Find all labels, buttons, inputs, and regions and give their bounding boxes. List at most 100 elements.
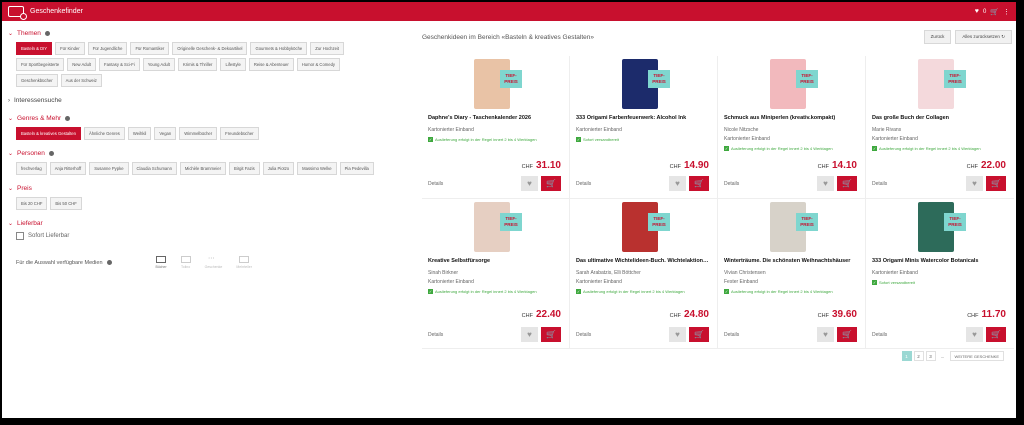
media-multi-label: Mehrteiler [236, 265, 252, 269]
product-card[interactable]: TIEF-PREIS Schmuck aus Miniperlen (kreati… [718, 56, 866, 199]
details-link[interactable]: Details [872, 181, 887, 187]
sofort-lieferbar-checkbox[interactable] [16, 232, 24, 240]
details-link[interactable]: Details [872, 332, 887, 338]
filter-chip[interactable]: Humor & Comedy [296, 58, 341, 71]
filter-chip[interactable]: Aus der Schweiz [60, 74, 102, 87]
filter-chip[interactable]: Massimo Welke [297, 162, 337, 175]
product-title[interactable]: Winterträume. Die schönsten Weihnachtshä… [724, 258, 859, 264]
product-card[interactable]: TIEF-PREIS Das große Buch der Collagen Mar… [866, 56, 1014, 199]
filter-chip[interactable]: Birgit Fazis [229, 162, 260, 175]
product-card[interactable]: TIEF-PREIS 333 Origami Farbenfeuerwerk: A… [570, 56, 718, 199]
product-title[interactable]: 333 Origami Farbenfeuerwerk: Alcohol Ink [576, 115, 711, 121]
product-title[interactable]: Kreative Selbstfürsorge [428, 258, 563, 264]
add-to-cart-icon[interactable]: 🛒 [986, 176, 1006, 191]
filter-chip[interactable]: Susanne Pypke [89, 162, 129, 175]
filter-chip[interactable]: Anja Ritterhoff [49, 162, 87, 175]
info-icon[interactable] [65, 116, 71, 121]
more-gifts-button[interactable]: WEITERE GESCHENKE [949, 351, 1004, 361]
details-link[interactable]: Details [428, 181, 443, 187]
filter-chip[interactable]: Für Kinder [55, 42, 85, 55]
media-books[interactable]: Bücher [156, 256, 167, 269]
cart-icon[interactable]: 🛒 [990, 8, 999, 16]
filter-chip[interactable]: frechverlag [16, 162, 47, 175]
product-title[interactable]: Daphne's Diary - Taschenkalender 2026 [428, 115, 563, 121]
product-card[interactable]: TIEF-PREIS Daphne's Diary - Taschenkalend… [422, 56, 570, 199]
product-card[interactable]: TIEF-PREIS Winterträume. Die schönsten We… [718, 199, 866, 349]
filter-chip[interactable]: Freundebücher [220, 127, 259, 140]
product-card[interactable]: TIEF-PREIS Kreative Selbstfürsorge Sinah B… [422, 199, 570, 349]
availability-text: Auslieferung erfolgt in der Regel innert… [879, 146, 981, 151]
filter-chip[interactable]: Bis 20 CHF [16, 197, 48, 210]
details-link[interactable]: Details [576, 332, 591, 338]
filter-chip[interactable]: Ähnliche Genres [83, 127, 125, 140]
product-card[interactable]: TIEF-PREIS 333 Origami Minis Watercolor B… [866, 199, 1014, 349]
heart-icon[interactable]: ♥ [975, 8, 979, 15]
filter-chip[interactable]: Geschenkbücher [16, 74, 58, 87]
filter-chip[interactable]: Basteln & kreatives Gestalten [16, 127, 81, 140]
wishlist-heart-icon[interactable]: ♥ [521, 327, 538, 342]
filter-chip[interactable]: Bis 50 CHF [50, 197, 82, 210]
product-title[interactable]: Das ultimative Wichtelideen-Buch. Wichte… [576, 258, 711, 264]
filter-chip[interactable]: Gourmets & Hobbyköche [250, 42, 308, 55]
filter-chip[interactable]: Young Adult [142, 58, 175, 71]
page-button[interactable]: 1 [901, 351, 912, 361]
add-to-cart-icon[interactable]: 🛒 [541, 327, 561, 342]
section-genres-header[interactable]: ⌄ Genres & Mehr [8, 115, 388, 122]
filter-chip[interactable]: Zur Hochzeit [310, 42, 345, 55]
wishlist-heart-icon[interactable]: ♥ [669, 176, 686, 191]
filter-chip[interactable]: Claudia Schumann [131, 162, 177, 175]
filter-chip[interactable]: Originelle Geschenk- & Dekoartikel [172, 42, 248, 55]
filter-chip[interactable]: Krimis & Thriller [177, 58, 218, 71]
add-to-cart-icon[interactable]: 🛒 [837, 176, 857, 191]
details-link[interactable]: Details [724, 181, 739, 187]
wishlist-heart-icon[interactable]: ♥ [817, 327, 834, 342]
sofort-lieferbar-row[interactable]: Sofort Lieferbar [16, 232, 388, 240]
filter-chip[interactable]: Für Jugendliche [87, 42, 128, 55]
filter-chip[interactable]: Julia Piotzo [262, 162, 295, 175]
product-card[interactable]: TIEF-PREIS Das ultimative Wichtelideen-Bu… [570, 199, 718, 349]
section-personen-header[interactable]: ⌄ Personen [8, 150, 388, 157]
product-title[interactable]: 333 Origami Minis Watercolor Botanicals [872, 258, 1008, 264]
section-themen-header[interactable]: ⌄ Themen [8, 30, 388, 37]
wishlist-heart-icon[interactable]: ♥ [669, 327, 686, 342]
section-lieferbar-header[interactable]: ⌄ Lieferbar [8, 220, 388, 227]
page-button[interactable]: 3 [925, 351, 936, 361]
filter-sidebar: ⌄ Themen Basteln & DIY Für Kinder Für Juge… [8, 30, 388, 269]
details-link[interactable]: Details [576, 181, 591, 187]
wishlist-heart-icon[interactable]: ♥ [817, 176, 834, 191]
add-to-cart-icon[interactable]: 🛒 [986, 327, 1006, 342]
add-to-cart-icon[interactable]: 🛒 [541, 176, 561, 191]
price-currency: CHF [521, 313, 533, 319]
add-to-cart-icon[interactable]: 🛒 [689, 176, 709, 191]
page-button[interactable]: 2 [913, 351, 924, 361]
filter-chip[interactable]: Wimmelbücher [179, 127, 218, 140]
wishlist-heart-icon[interactable]: ♥ [521, 176, 538, 191]
details-link[interactable]: Details [428, 332, 443, 338]
details-link[interactable]: Details [724, 332, 739, 338]
add-to-cart-icon[interactable]: 🛒 [837, 327, 857, 342]
filter-chip[interactable]: Weihkil [127, 127, 152, 140]
product-title[interactable]: Das große Buch der Collagen [872, 115, 1008, 121]
filter-chip[interactable]: Pia Pedevilla [339, 162, 374, 175]
product-title[interactable]: Schmuck aus Miniperlen (kreativ.kompakt) [724, 115, 859, 121]
add-to-cart-icon[interactable]: 🛒 [689, 327, 709, 342]
wishlist-heart-icon[interactable]: ♥ [966, 327, 983, 342]
filter-chip[interactable]: Für Romantiker [130, 42, 170, 55]
menu-icon[interactable]: ⋮ [1003, 8, 1010, 16]
back-button[interactable]: Zurück [923, 30, 952, 44]
info-icon[interactable] [48, 151, 54, 156]
filter-chip[interactable]: Reise & Abenteuer [248, 58, 294, 71]
wishlist-heart-icon[interactable]: ♥ [966, 176, 983, 191]
filter-chip[interactable]: Vegan [154, 127, 177, 140]
info-icon[interactable] [44, 31, 50, 36]
section-preis-header[interactable]: ⌄ Preis [8, 185, 388, 192]
filter-chip[interactable]: New Adult [67, 58, 97, 71]
reset-all-button[interactable]: Alles zurücksetzen ↻ [955, 30, 1012, 44]
filter-chip[interactable]: Michèle Brammeier [179, 162, 226, 175]
filter-chip[interactable]: Fantasy & Sci-Fi [99, 58, 140, 71]
section-interessen-header[interactable]: › Interessensuche [8, 97, 388, 104]
info-icon[interactable] [106, 260, 112, 265]
filter-chip[interactable]: Für Sportbegeisterte [16, 58, 65, 71]
filter-chip[interactable]: Lifestyle [220, 58, 246, 71]
filter-chip[interactable]: Basteln & DIY [16, 42, 53, 55]
